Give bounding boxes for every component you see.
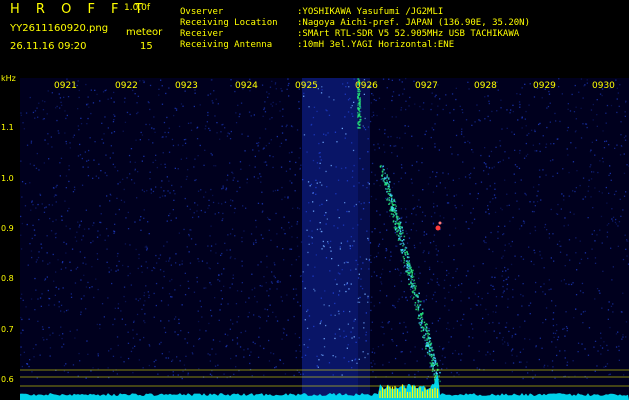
file-name: YY2611160920.png (10, 23, 109, 34)
y-tick-label: 0.8 (1, 274, 14, 283)
mode-label: meteor (126, 27, 163, 38)
y-tick-label: 1.1 (1, 123, 14, 132)
interference-band (302, 78, 358, 400)
spectrogram (20, 78, 629, 400)
x-tick-label: 0926 (355, 81, 378, 91)
meteor-count: 15 (140, 41, 153, 52)
y-axis-unit: kHz (1, 74, 16, 83)
x-tick-label: 0929 (533, 81, 556, 91)
info-row-receiver: Receiver :SMArt RTL-SDR V5 52.905MHz USB… (180, 29, 530, 40)
info-value: :YOSHIKAWA Yasufumi /JG2MLI (297, 7, 444, 17)
y-tick-label: 1.0 (1, 174, 14, 183)
info-row-location: Receiving Location :Nagoya Aichi-pref. J… (180, 18, 530, 29)
x-tick-label: 0927 (415, 81, 438, 91)
info-row-observer: Ovserver :YOSHIKAWA Yasufumi /JG2MLI (180, 7, 530, 18)
info-value: :10mH 3el.YAGI Horizontal:ENE (297, 40, 455, 50)
station-info: Ovserver :YOSHIKAWA Yasufumi /JG2MLI Rec… (180, 7, 530, 51)
header-panel: H R O F F T 1.0.0f YY2611160920.png mete… (0, 0, 629, 78)
info-value: :SMArt RTL-SDR V5 52.905MHz USB TACHIKAW… (297, 29, 520, 39)
info-label: Receiving Antenna (180, 40, 273, 50)
info-value: :Nagoya Aichi-pref. JAPAN (136.90E, 35.2… (297, 18, 530, 28)
y-tick-label: 0.9 (1, 224, 14, 233)
spectrogram-plot (20, 78, 629, 400)
x-tick-label: 0925 (295, 81, 318, 91)
x-tick-label: 0923 (175, 81, 198, 91)
x-tick-label: 0930 (592, 81, 615, 91)
x-tick-label: 0924 (235, 81, 258, 91)
info-label: Receiver (180, 29, 224, 39)
signal-blip (435, 225, 441, 231)
info-label: Ovserver (180, 7, 224, 17)
signal-blip (438, 221, 442, 225)
info-label: Receiving Location (180, 18, 278, 28)
y-tick-label: 0.6 (1, 375, 14, 384)
info-row-antenna: Receiving Antenna :10mH 3el.YAGI Horizon… (180, 40, 530, 51)
x-tick-label: 0928 (474, 81, 497, 91)
timestamp: 26.11.16 09:20 (10, 41, 87, 52)
y-tick-label: 0.7 (1, 325, 14, 334)
x-tick-label: 0922 (115, 81, 138, 91)
x-tick-label: 0921 (54, 81, 77, 91)
app-version: 1.0.0f (124, 3, 151, 13)
y-axis: kHz 1.1 1.0 0.9 0.8 0.7 0.6 (0, 74, 20, 400)
